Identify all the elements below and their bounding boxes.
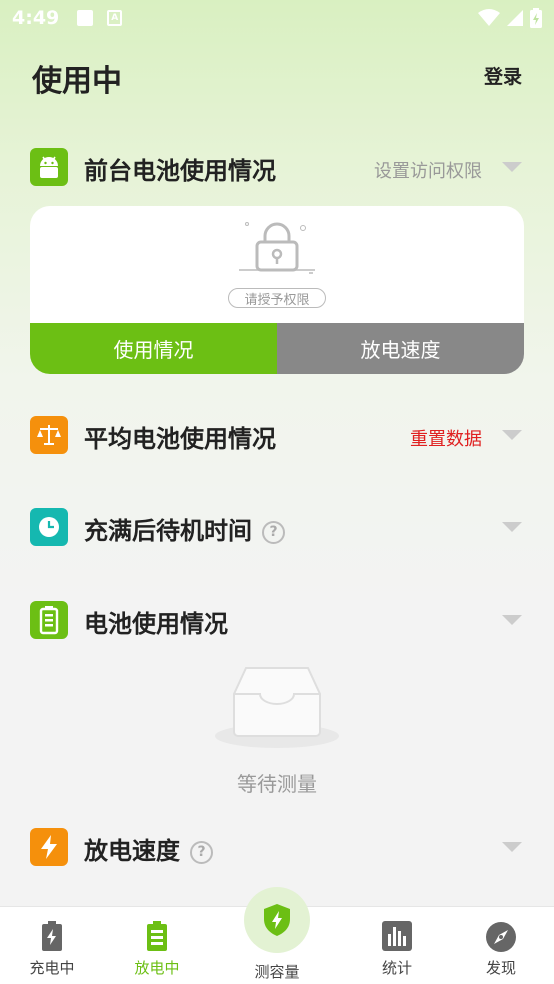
set-access-permission-link[interactable]: 设置访问权限 xyxy=(374,157,482,183)
chevron-down-icon[interactable] xyxy=(502,842,522,852)
tab-discharge-speed[interactable]: 放电速度 xyxy=(277,323,524,374)
section-title: 充满后待机时间? xyxy=(84,511,285,546)
section-title-text: 放电速度 xyxy=(84,837,180,865)
chevron-down-icon[interactable] xyxy=(502,522,522,532)
header: 使用中 登录 xyxy=(0,50,554,100)
nav-label: 统计 xyxy=(381,959,412,977)
notification-square-icon xyxy=(77,10,94,26)
help-icon[interactable]: ? xyxy=(190,840,213,864)
reset-data-button[interactable]: 重置数据 xyxy=(410,425,482,451)
notification-a-icon: A xyxy=(107,10,123,26)
tab-usage[interactable]: 使用情况 xyxy=(30,323,277,374)
battery-icon xyxy=(30,601,68,639)
status-icons xyxy=(478,8,542,28)
empty-inbox-icon xyxy=(215,667,339,748)
nav-label: 测容量 xyxy=(254,963,300,981)
nav-discharging[interactable]: 放电中 xyxy=(102,907,212,984)
nav-label: 充电中 xyxy=(29,959,75,977)
signal-icon xyxy=(507,10,523,26)
nav-statistics[interactable]: 统计 xyxy=(342,907,452,984)
section-battery-usage[interactable]: 电池使用情况 xyxy=(30,601,524,641)
capacity-center-button[interactable] xyxy=(244,887,310,953)
nav-discover[interactable]: 发现 xyxy=(446,907,554,984)
section-average-usage[interactable]: 平均电池使用情况 重置数据 xyxy=(30,416,524,456)
grant-permission-badge[interactable]: 请授予权限 xyxy=(228,288,326,308)
section-title-text: 充满后待机时间 xyxy=(84,517,252,545)
permission-card: 请授予权限 使用情况 放电速度 xyxy=(30,206,524,374)
balance-scale-icon xyxy=(30,416,68,454)
nav-charging[interactable]: 充电中 xyxy=(0,907,107,984)
compass-icon xyxy=(486,922,516,952)
lightning-icon xyxy=(30,828,68,866)
section-title: 放电速度? xyxy=(84,831,213,866)
status-bar: 4:49 A xyxy=(0,0,554,36)
section-title: 前台电池使用情况 xyxy=(84,157,276,185)
section-title: 电池使用情况 xyxy=(84,610,228,638)
battery-status-icon xyxy=(530,8,542,28)
android-icon xyxy=(30,148,68,186)
battery-charging-icon xyxy=(42,921,62,951)
card-tabs: 使用情况 放电速度 xyxy=(30,323,524,374)
login-button[interactable]: 登录 xyxy=(484,62,522,89)
section-title: 平均电池使用情况 xyxy=(84,425,276,453)
nav-label: 发现 xyxy=(485,959,516,977)
bar-chart-icon xyxy=(382,921,412,951)
empty-state: 等待测量 xyxy=(0,660,554,800)
status-time: 4:49 xyxy=(12,7,60,29)
chevron-down-icon[interactable] xyxy=(502,162,522,172)
empty-state-text: 等待测量 xyxy=(237,772,317,796)
wifi-icon xyxy=(478,9,500,26)
lock-icon xyxy=(239,222,315,274)
battery-discharging-icon xyxy=(147,921,167,951)
help-icon[interactable]: ? xyxy=(262,520,285,544)
section-foreground-usage[interactable]: 前台电池使用情况 设置访问权限 xyxy=(30,148,524,188)
section-discharge-speed[interactable]: 放电速度? xyxy=(30,828,524,868)
nav-label: 放电中 xyxy=(134,959,180,977)
chevron-down-icon[interactable] xyxy=(502,615,522,625)
nav-capacity-test[interactable]: 测容量 xyxy=(222,887,332,984)
clock-icon xyxy=(30,508,68,546)
section-standby-time[interactable]: 充满后待机时间? xyxy=(30,508,524,548)
page-title: 使用中 xyxy=(32,64,122,99)
shield-bolt-icon xyxy=(264,904,290,936)
bottom-nav: 充电中 放电中 测容量 统计 发现 xyxy=(0,887,554,984)
chevron-down-icon[interactable] xyxy=(502,430,522,440)
